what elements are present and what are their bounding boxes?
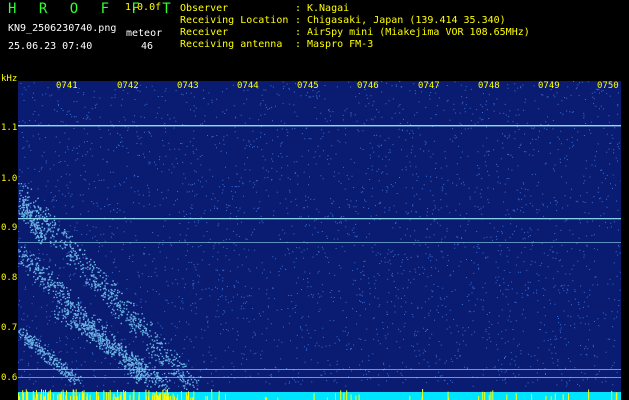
- info-sep: :: [295, 27, 302, 38]
- filename-label: KN9_2506230740.png: [8, 23, 117, 34]
- carrier-line: [18, 218, 621, 220]
- meteor-count: 46: [141, 41, 154, 52]
- spectrogram-display: [18, 81, 621, 400]
- info-key: Receiver: [180, 27, 229, 38]
- time-tick-label: 0750: [597, 81, 619, 91]
- time-tick-label: 0744: [237, 81, 259, 91]
- time-tick-label: 0749: [538, 81, 560, 91]
- noise-speckle: [18, 81, 621, 387]
- station-info: Observer: K.Nagai Receiving Location: Chig…: [180, 3, 530, 51]
- freq-tick-label: 0.7: [1, 323, 18, 333]
- info-sep: :: [295, 3, 302, 14]
- info-key: Receiving antenna: [180, 39, 283, 50]
- freq-tick-label: 1.0: [1, 174, 18, 184]
- info-value: K.Nagai: [307, 3, 350, 14]
- time-tick-label: 0745: [297, 81, 319, 91]
- time-tick-label: 0746: [357, 81, 379, 91]
- meteor-label: meteor: [126, 28, 163, 39]
- carrier-line: [18, 242, 621, 243]
- info-key: Receiving Location: [180, 15, 289, 26]
- time-tick-label: 0742: [117, 81, 139, 91]
- frequency-axis: 1.1 1.0 0.9 0.8 0.7 0.6: [0, 74, 18, 400]
- carrier-line: [18, 369, 621, 370]
- time-tick-label: 0743: [177, 81, 199, 91]
- time-tick-label: 0747: [418, 81, 440, 91]
- freq-tick-label: 0.9: [1, 223, 18, 233]
- info-value: Chigasaki, Japan (139.414 35.340): [307, 15, 506, 26]
- time-tick-label: 0748: [478, 81, 500, 91]
- info-row-receiver: Receiver: AirSpy mini (Miakejima VOR 108.…: [180, 27, 530, 39]
- freq-tick-label: 0.6: [1, 373, 18, 383]
- info-sep: :: [295, 39, 302, 50]
- info-value: Maspro FM-3: [307, 39, 374, 50]
- info-row-antenna: Receiving antenna: Maspro FM-3: [180, 39, 530, 51]
- info-row-location: Receiving Location: Chigasaki, Japan (139…: [180, 15, 530, 27]
- version-label: 1.0.0f: [125, 2, 162, 13]
- spectrogram-canvas: [18, 81, 621, 400]
- freq-tick-label: 1.1: [1, 123, 18, 133]
- carrier-line: [18, 125, 621, 127]
- datetime-label: 25.06.23 07:40: [8, 41, 93, 52]
- meteor-trail-echoes: [18, 183, 202, 391]
- info-value: AirSpy mini (Miakejima VOR 108.65MHz): [307, 27, 530, 38]
- freq-tick-label: 0.8: [1, 273, 18, 283]
- header-panel: H R O F F T 1.0.0f KN9_2506230740.png me…: [0, 0, 629, 74]
- frequency-unit-label: kHz: [1, 74, 18, 84]
- info-sep: :: [295, 15, 302, 26]
- info-key: Observer: [180, 3, 229, 14]
- carrier-line: [18, 377, 621, 378]
- info-row-observer: Observer: K.Nagai: [180, 3, 530, 15]
- time-tick-label: 0741: [56, 81, 78, 91]
